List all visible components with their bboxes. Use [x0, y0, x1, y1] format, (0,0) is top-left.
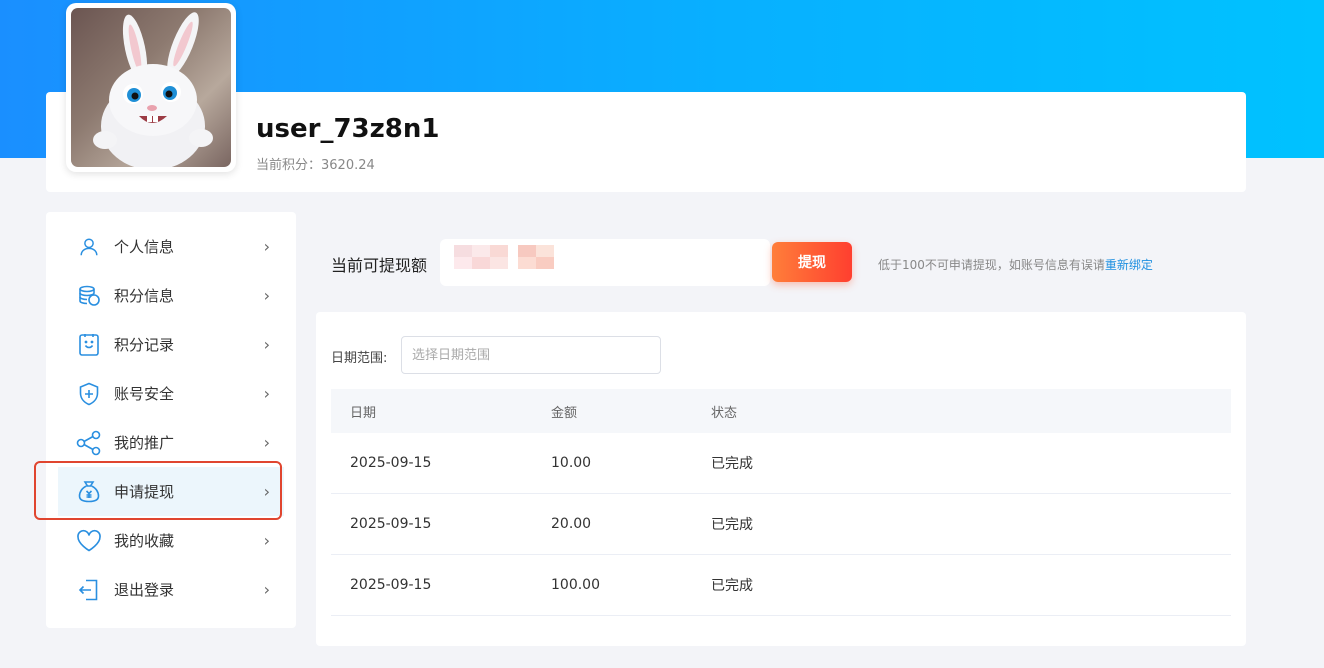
sidebar-item-logout[interactable]: 退出登录 › [46, 565, 296, 614]
heart-icon [76, 528, 102, 554]
sidebar-item-label: 申请提现 [114, 483, 175, 501]
cell-amount: 10.00 [551, 455, 592, 471]
avatar[interactable] [66, 3, 236, 172]
sidebar-item-my-favorites[interactable]: 我的收藏 › [46, 516, 296, 565]
points-value: 3620.24 [321, 158, 375, 173]
sidebar-item-personal-info[interactable]: 个人信息 › [46, 222, 296, 271]
withdrawable-amount-display [440, 239, 770, 286]
redacted-amount [454, 245, 554, 257]
sidebar-item-label: 我的推广 [114, 434, 175, 452]
chevron-right-icon: › [263, 335, 270, 354]
sidebar-item-apply-withdraw[interactable]: 申请提现 › [58, 467, 284, 516]
points-label: 当前积分： [256, 158, 322, 173]
chevron-right-icon: › [263, 286, 270, 305]
points-line: 当前积分：3620.24 [256, 154, 375, 173]
withdraw-button[interactable]: 提现 [772, 242, 852, 282]
redacted-amount-row2 [454, 257, 554, 269]
withdraw-hint-text: 低于100不可申请提现，如账号信息有误请 [878, 258, 1105, 272]
share-icon [76, 430, 102, 456]
money-bag-icon [76, 479, 102, 505]
sidebar-item-label: 积分信息 [114, 287, 175, 305]
sidebar-item-label: 个人信息 [114, 238, 175, 256]
column-header-date: 日期 [350, 405, 377, 421]
withdrawable-label: 当前可提现额 [331, 256, 428, 275]
date-range-label: 日期范围: [331, 351, 388, 366]
withdraw-hint: 低于100不可申请提现，如账号信息有误请重新绑定 [878, 256, 1153, 273]
username: user_73z8n1 [256, 114, 440, 144]
chevron-right-icon: › [263, 384, 270, 403]
cell-status: 已完成 [711, 456, 753, 472]
table-row: 2025-09-15 20.00 已完成 [331, 494, 1231, 555]
sidebar-menu: 个人信息 › 积分信息 › 积分记录 › 账号安全 › 我的推广 › 申请提现 … [46, 212, 296, 628]
sidebar-item-label: 积分记录 [114, 336, 175, 354]
cell-date: 2025-09-15 [350, 577, 432, 593]
chevron-right-icon: › [263, 433, 270, 452]
sidebar-item-account-security[interactable]: 账号安全 › [46, 369, 296, 418]
date-range-input[interactable] [401, 336, 661, 374]
sidebar-item-label: 账号安全 [114, 385, 175, 403]
table-row: 2025-09-15 10.00 已完成 [331, 433, 1231, 494]
chevron-right-icon: › [263, 580, 270, 599]
logout-icon [76, 577, 102, 603]
table-row: 2025-09-15 100.00 已完成 [331, 555, 1231, 616]
sidebar-item-my-promotion[interactable]: 我的推广 › [46, 418, 296, 467]
user-icon [76, 234, 102, 260]
cell-amount: 20.00 [551, 516, 592, 532]
cell-date: 2025-09-15 [350, 455, 432, 471]
withdraw-records-table: 日期 金额 状态 2025-09-15 10.00 已完成 2025-09-15… [331, 389, 1231, 616]
sidebar-item-points-info[interactable]: 积分信息 › [46, 271, 296, 320]
cell-status: 已完成 [711, 517, 753, 533]
table-header: 日期 金额 状态 [331, 389, 1231, 433]
cell-amount: 100.00 [551, 577, 600, 593]
chevron-right-icon: › [263, 482, 270, 501]
chevron-right-icon: › [263, 531, 270, 550]
chevron-right-icon: › [263, 237, 270, 256]
avatar-image [71, 8, 231, 167]
cell-status: 已完成 [711, 578, 753, 594]
column-header-status: 状态 [711, 405, 738, 421]
cell-date: 2025-09-15 [350, 516, 432, 532]
coins-icon [76, 283, 102, 309]
sidebar-item-points-record[interactable]: 积分记录 › [46, 320, 296, 369]
sidebar-item-label: 我的收藏 [114, 532, 175, 550]
sidebar-item-label: 退出登录 [114, 581, 175, 599]
rebind-link[interactable]: 重新绑定 [1105, 258, 1153, 272]
column-header-amount: 金额 [551, 405, 578, 421]
record-icon [76, 332, 102, 358]
shield-icon [76, 381, 102, 407]
